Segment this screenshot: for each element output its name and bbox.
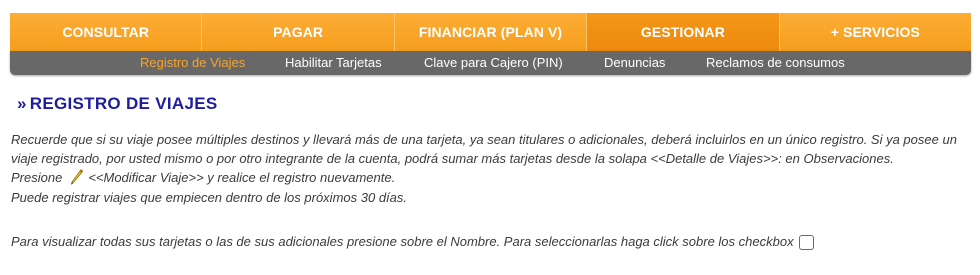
main-nav: CONSULTAR PAGAR FINANCIAR (PLAN V) GESTI… [10,13,972,52]
nav-financiar[interactable]: FINANCIAR (PLAN V) [394,13,588,51]
info-line-4: Puede registrar viajes que empiecen dent… [11,190,407,205]
subnav-reclamos-consumos[interactable]: Reclamos de consumos [706,51,845,75]
nav-consultar[interactable]: CONSULTAR [10,13,203,51]
info-line-5-text: Para visualizar todas sus tarjetas o las… [11,234,794,249]
page-title: » REGISTRO DE VIAJES [17,93,217,115]
nav-gestionar[interactable]: GESTIONAR [587,13,780,51]
info-line-5: Para visualizar todas sus tarjetas o las… [11,233,814,251]
page-title-text: REGISTRO DE VIAJES [29,94,218,113]
info-line-1: Recuerde que si su viaje posee múltiples… [11,132,957,147]
subnav-denuncias[interactable]: Denuncias [604,51,665,75]
info-line-3-post: <<Modificar Viaje>> y realice el registr… [88,170,396,185]
subnav-registro-viajes[interactable]: Registro de Viajes [140,51,245,75]
info-line-3: Presione <<Modificar Viaje>> y realice el… [11,169,395,190]
select-all-checkbox[interactable] [798,235,814,250]
pencil-icon[interactable] [70,169,84,190]
title-marker: » [17,94,27,113]
subnav-clave-cajero[interactable]: Clave para Cajero (PIN) [424,51,563,75]
sub-nav: Registro de Viajes Habilitar Tarjetas Cl… [10,51,971,75]
nav-pagar[interactable]: PAGAR [202,13,395,51]
info-line-3-pre: Presione [11,170,63,185]
info-line-2: viaje registrado, por usted mismo o por … [11,151,894,166]
subnav-habilitar-tarjetas[interactable]: Habilitar Tarjetas [285,51,382,75]
nav-servicios[interactable]: + SERVICIOS [779,13,972,51]
